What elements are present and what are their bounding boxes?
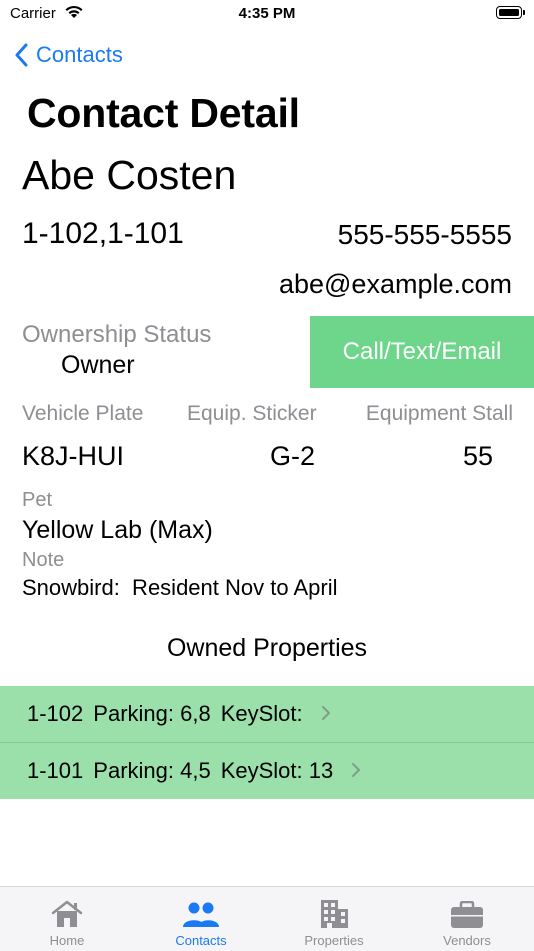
note-value: Snowbird: Resident Nov to April <box>22 575 338 600</box>
tab-contacts[interactable]: Contacts <box>134 887 268 951</box>
tab-bar: Home Contacts Properties Vendors <box>0 886 534 951</box>
property-keyslot: KeySlot: 13 <box>220 758 334 783</box>
property-row[interactable]: 1-101 Parking: 4,5 KeySlot: 13 <box>0 742 534 799</box>
equipment-stall-value: 55 <box>462 441 493 471</box>
owned-properties-title: Owned Properties <box>166 634 368 662</box>
contact-units: 1-102,1-101 <box>22 217 184 250</box>
pet-label: Pet <box>22 489 53 511</box>
tab-label: Contacts <box>175 933 227 948</box>
building-icon <box>317 899 351 929</box>
clock: 4:35 PM <box>238 5 296 22</box>
property-parking: Parking: 6,8 <box>93 701 211 726</box>
vehicle-plate-label: Vehicle Plate <box>22 402 144 425</box>
back-button[interactable]: Contacts <box>14 40 123 70</box>
equip-sticker-label: Equip. Sticker <box>187 402 317 425</box>
ownership-status-value: Owner <box>61 351 135 379</box>
contact-name: Abe Costen <box>22 152 237 198</box>
tab-properties[interactable]: Properties <box>267 887 401 951</box>
tab-vendors[interactable]: Vendors <box>400 887 534 951</box>
tab-label: Vendors <box>443 933 491 948</box>
briefcase-icon <box>449 899 485 929</box>
call-text-email-button[interactable]: Call/Text/Email <box>310 316 534 388</box>
contact-email: abe@example.com <box>278 269 512 299</box>
equip-sticker-value: G-2 <box>270 441 316 471</box>
tab-home[interactable]: Home <box>0 887 134 951</box>
page-title: Contact Detail <box>27 90 300 136</box>
property-keyslot: KeySlot: <box>220 701 303 726</box>
owned-properties-list: 1-102 Parking: 6,8 KeySlot: 1-101 Parkin… <box>0 686 534 799</box>
chevron-left-icon <box>15 43 28 67</box>
chevron-right-icon <box>351 758 361 784</box>
vehicle-plate-value: K8J-HUI <box>22 441 125 471</box>
equipment-stall-label: Equipment Stall <box>365 402 513 425</box>
status-bar: Carrier 4:35 PM <box>0 0 534 30</box>
tab-label: Home <box>49 933 85 948</box>
property-parking: Parking: 4,5 <box>93 758 211 783</box>
people-icon <box>181 899 221 929</box>
property-row[interactable]: 1-102 Parking: 6,8 KeySlot: <box>0 686 534 742</box>
tab-label: Properties <box>304 933 364 948</box>
note-label: Note <box>22 549 65 571</box>
house-icon <box>50 899 84 929</box>
back-label: Contacts <box>36 42 123 67</box>
contact-phone: 555-555-5555 <box>337 219 512 250</box>
battery-icon <box>496 6 525 19</box>
chevron-right-icon <box>321 701 331 727</box>
pet-value: Yellow Lab (Max) <box>22 516 213 544</box>
ownership-status-label: Ownership Status <box>22 321 212 348</box>
property-unit: 1-102 <box>27 701 84 726</box>
property-unit: 1-101 <box>27 758 84 783</box>
